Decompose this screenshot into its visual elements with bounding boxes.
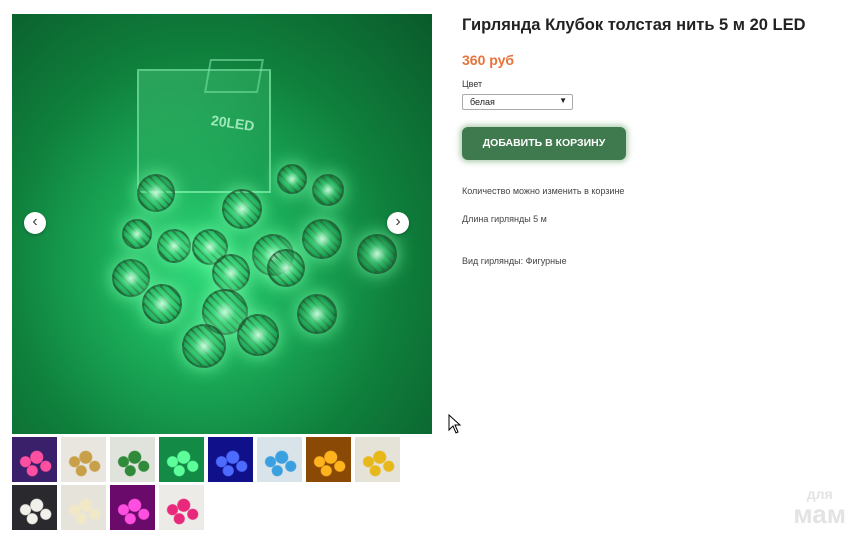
garland-ball — [157, 229, 191, 263]
add-to-cart-button[interactable]: ДОБАВИТЬ В КОРЗИНУ — [462, 127, 626, 160]
thumb-warm-mix[interactable] — [61, 437, 106, 482]
watermark-logo: для мам — [793, 487, 846, 527]
thumb-green-white[interactable] — [110, 437, 155, 482]
color-label: Цвет — [462, 79, 483, 89]
color-select-value: белая — [470, 97, 495, 107]
thumb-warm[interactable] — [306, 437, 351, 482]
garland-ball — [222, 189, 262, 229]
product-price: 360 руб — [462, 52, 515, 68]
garland-ball — [137, 174, 175, 212]
chevron-right-icon: › — [395, 213, 401, 230]
package-label: 20LED — [210, 112, 256, 134]
product-main-image[interactable]: 20LED — [12, 14, 432, 434]
garland-ball — [142, 284, 182, 324]
garland-ball — [312, 174, 344, 206]
mouse-cursor-icon — [448, 414, 462, 434]
product-title: Гирлянда Клубок толстая нить 5 м 20 LED — [462, 16, 806, 34]
thumb-yellow[interactable] — [355, 437, 400, 482]
thumb-pink[interactable] — [110, 485, 155, 530]
thumb-cream[interactable] — [61, 485, 106, 530]
quantity-note: Количество можно изменить в корзине — [462, 186, 625, 196]
thumb-white[interactable] — [12, 485, 57, 530]
thumb-multicolor[interactable] — [12, 437, 57, 482]
garland-ball — [122, 219, 152, 249]
thumb-green[interactable] — [159, 437, 204, 482]
garland-ball — [357, 234, 397, 274]
caret-down-icon: ▼ — [559, 96, 567, 105]
garland-ball — [277, 164, 307, 194]
garland-ball — [237, 314, 279, 356]
color-select[interactable]: белая ▼ — [462, 94, 573, 110]
gallery-prev-button[interactable]: ‹ — [24, 212, 46, 234]
thumb-fuchsia[interactable] — [159, 485, 204, 530]
garland-ball — [302, 219, 342, 259]
thumb-blue[interactable] — [208, 437, 253, 482]
garland-ball — [212, 254, 250, 292]
thumb-light-blue[interactable] — [257, 437, 302, 482]
garland-ball — [267, 249, 305, 287]
garland-ball — [182, 324, 226, 368]
chevron-left-icon: ‹ — [32, 213, 38, 230]
garland-length: Длина гирлянды 5 м — [462, 214, 547, 224]
garland-ball — [112, 259, 150, 297]
watermark-bottom: мам — [793, 499, 846, 529]
garland-type: Вид гирлянды: Фигурные — [462, 256, 567, 266]
garland-ball — [297, 294, 337, 334]
gallery-next-button[interactable]: › — [387, 212, 409, 234]
